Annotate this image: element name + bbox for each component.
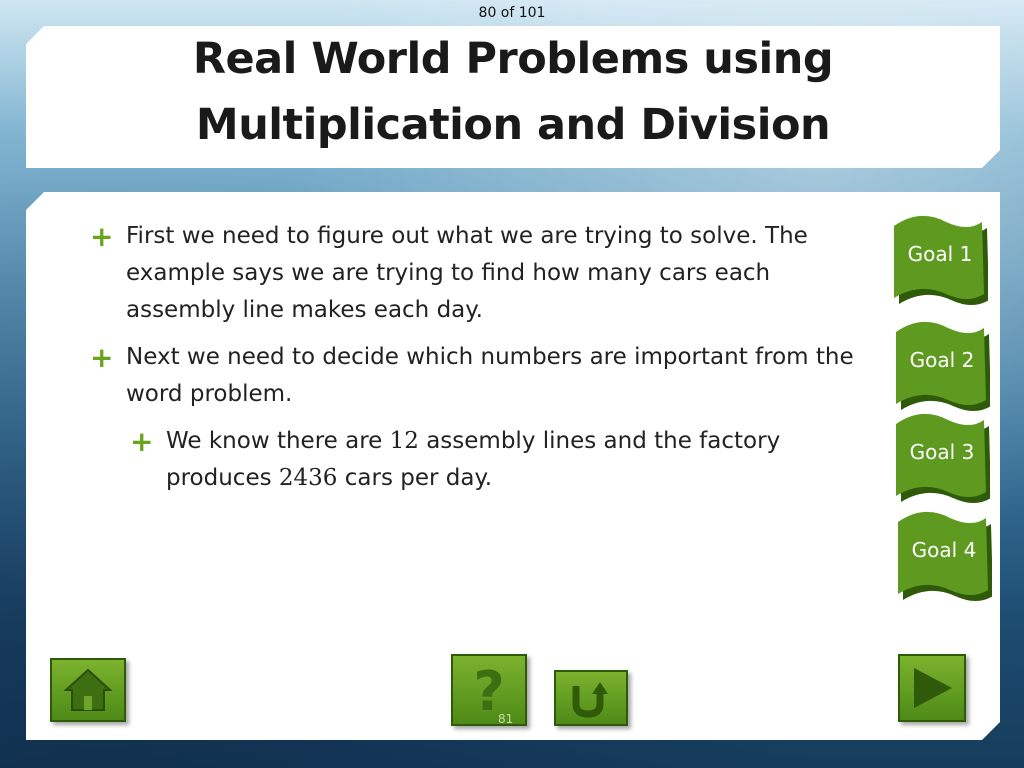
goal-1-button[interactable]: Goal 1	[892, 214, 988, 305]
plus-icon: +	[90, 341, 114, 374]
bullet-text: First we need to figure out what we are …	[126, 223, 808, 323]
question-icon: ?	[473, 660, 504, 723]
number-value: 12	[389, 428, 419, 454]
bullet-list: + First we need to figure out what we ar…	[86, 218, 856, 507]
page-title: Real World Problems using Multiplication…	[26, 26, 1000, 158]
goal-4-button[interactable]: Goal 4	[896, 510, 992, 601]
number-value: 2436	[278, 465, 338, 491]
bullet-item: + First we need to figure out what we ar…	[86, 218, 856, 329]
slide-counter: 80 of 101	[478, 5, 546, 21]
sub-bullet-item: + We know there are 12 assembly lines an…	[126, 423, 856, 497]
title-line-1: Real World Problems using	[192, 34, 834, 84]
bullet-text-part: We know there are	[166, 428, 390, 454]
next-button[interactable]	[898, 654, 966, 722]
help-button[interactable]: ?	[451, 654, 527, 726]
home-icon	[63, 668, 113, 711]
home-button[interactable]	[50, 658, 126, 722]
plus-icon: +	[90, 220, 114, 253]
plus-icon: +	[130, 425, 154, 458]
goal-label: Goal 1	[907, 242, 973, 266]
bullet-item: + Next we need to decide which numbers a…	[86, 339, 856, 413]
goal-label: Goal 2	[909, 348, 975, 372]
play-arrow-icon	[914, 668, 952, 708]
goal-label: Goal 4	[911, 538, 977, 562]
bullet-text: Next we need to decide which numbers are…	[126, 344, 854, 407]
title-line-2: Multiplication and Division	[195, 100, 831, 150]
slide-number: 81	[498, 712, 514, 726]
bullet-text-part: cars per day.	[337, 465, 493, 491]
return-arrow-icon	[572, 682, 608, 718]
goal-2-button[interactable]: Goal 2	[894, 320, 990, 411]
goal-3-button[interactable]: Goal 3	[894, 412, 990, 503]
return-button[interactable]	[554, 670, 628, 726]
goal-label: Goal 3	[909, 440, 975, 464]
